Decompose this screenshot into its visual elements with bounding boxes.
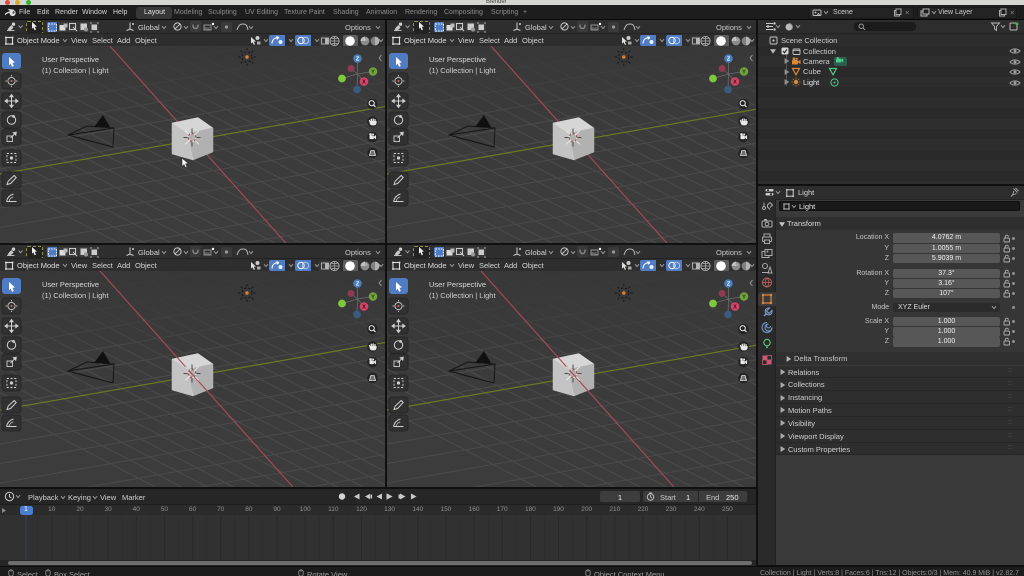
svg-text:X: X <box>733 80 737 86</box>
svg-text:User Perspective: User Perspective <box>429 55 486 64</box>
svg-text:X: X <box>362 80 366 86</box>
svg-text:Inc: Inc <box>592 251 597 256</box>
svg-text:X: X <box>362 305 366 311</box>
svg-text:(1) Collection | Light: (1) Collection | Light <box>42 66 109 75</box>
svg-text:(1) Collection | Light: (1) Collection | Light <box>429 66 496 75</box>
svg-text:Inc: Inc <box>205 251 210 256</box>
svg-text:Inc: Inc <box>205 26 210 31</box>
svg-text:(1) Collection | Light: (1) Collection | Light <box>429 291 496 300</box>
svg-text:Y: Y <box>371 70 375 76</box>
svg-text:(1) Collection | Light: (1) Collection | Light <box>42 291 109 300</box>
svg-text:User Perspective: User Perspective <box>42 280 99 289</box>
svg-text:Y: Y <box>371 295 375 301</box>
svg-text:Inc: Inc <box>592 26 597 31</box>
svg-text:User Perspective: User Perspective <box>42 55 99 64</box>
svg-text:Y: Y <box>742 295 746 301</box>
svg-text:User Perspective: User Perspective <box>429 280 486 289</box>
svg-text:Y: Y <box>742 70 746 76</box>
svg-text:X: X <box>733 305 737 311</box>
